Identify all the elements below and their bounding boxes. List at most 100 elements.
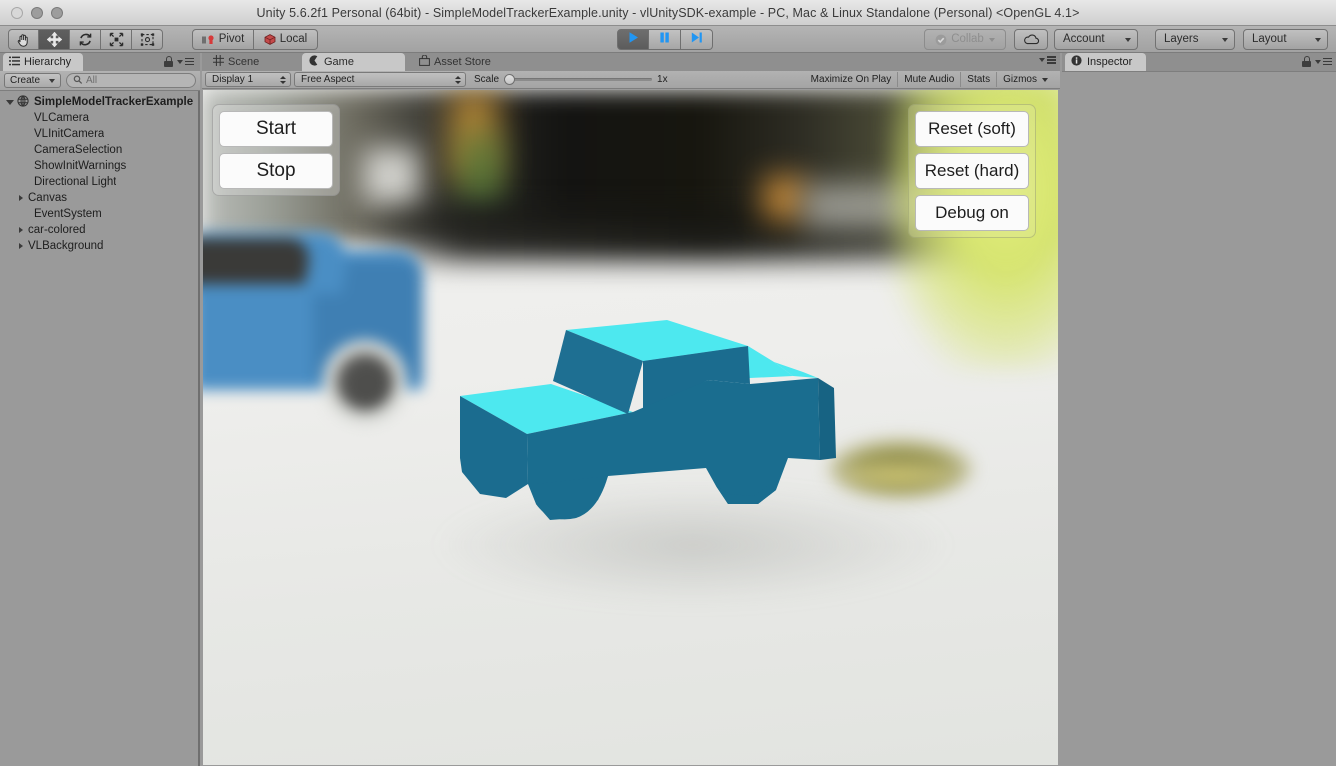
game-tab-strip: Scene Game Asset Store <box>202 53 1060 71</box>
hierarchy-item-label: Directional Light <box>34 176 117 188</box>
hierarchy-item-vlbackground[interactable]: VLBackground <box>0 238 200 254</box>
slider-knob[interactable] <box>504 74 516 85</box>
hierarchy-item-simplemodeltrackerexample[interactable]: SimpleModelTrackerExample <box>0 94 200 110</box>
hierarchy-item-label: VLInitCamera <box>34 128 105 140</box>
inspector-panel: Inspector <box>1062 53 1336 766</box>
scale-value: 1x <box>657 74 668 85</box>
camera-feed-blob <box>763 176 805 220</box>
pivot-toggle-button[interactable]: Pivot <box>192 29 254 50</box>
hierarchy-item-label: VLBackground <box>28 240 104 252</box>
camera-feed-blob <box>461 134 501 204</box>
tab-scene[interactable]: Scene <box>206 53 267 71</box>
scale-label: Scale <box>474 74 500 85</box>
search-icon <box>73 74 83 87</box>
disclosure-triangle-icon[interactable] <box>16 227 26 233</box>
display-dropdown[interactable]: Display 1 <box>205 72 291 87</box>
grid-icon <box>213 55 224 69</box>
mute-audio-toggle[interactable]: Mute Audio <box>897 72 960 87</box>
step-button[interactable] <box>681 29 713 50</box>
gizmos-label: Gizmos <box>1003 74 1037 85</box>
scene-icon <box>17 94 29 110</box>
disclosure-triangle-icon[interactable] <box>5 99 15 105</box>
tab-hierarchy[interactable]: Hierarchy <box>3 53 84 71</box>
hand-tool-button[interactable] <box>8 29 39 50</box>
layers-button[interactable]: Layers <box>1155 29 1235 50</box>
local-label: Local <box>279 32 308 45</box>
cloud-services-button[interactable] <box>1014 29 1048 50</box>
pivot-label: Pivot <box>218 32 245 45</box>
disclosure-triangle-icon[interactable] <box>16 195 26 201</box>
tab-inspector[interactable]: Inspector <box>1065 53 1147 71</box>
tab-scene-label: Scene <box>228 56 260 68</box>
reset-hard-button[interactable]: Reset (hard) <box>915 153 1029 189</box>
pause-button[interactable] <box>649 29 681 50</box>
hierarchy-item-showinitwarnings[interactable]: ShowInitWarnings <box>0 158 200 174</box>
hierarchy-item-directional-light[interactable]: Directional Light <box>0 174 200 190</box>
stop-button[interactable]: Stop <box>219 153 333 189</box>
lock-icon[interactable] <box>164 56 173 67</box>
hierarchy-icon <box>9 56 20 69</box>
slider-track <box>504 78 653 81</box>
chevron-down-icon <box>49 78 56 83</box>
game-view-render[interactable]: Start Stop Reset (soft) Reset (hard) Deb… <box>203 90 1058 765</box>
lock-icon[interactable] <box>1302 56 1311 67</box>
layout-button[interactable]: Layout <box>1243 29 1328 50</box>
tab-asset-store[interactable]: Asset Store <box>412 53 499 71</box>
tab-game[interactable]: Game <box>302 53 405 71</box>
unity-editor-window: Unity 5.6.2f1 Personal (64bit) - SimpleM… <box>0 0 1336 766</box>
layout-group: Layout <box>1243 29 1328 50</box>
disclosure-triangle-icon[interactable] <box>16 243 26 249</box>
hierarchy-item-vlcamera[interactable]: VLCamera <box>0 110 200 126</box>
rotate-icon <box>78 32 93 47</box>
collab-group: Collab <box>924 29 1006 50</box>
updown-arrows-icon <box>280 75 286 84</box>
hierarchy-search-input[interactable]: All <box>66 73 196 88</box>
rect-transform-tool-button[interactable] <box>132 29 163 50</box>
hierarchy-item-car-colored[interactable]: car-colored <box>0 222 200 238</box>
maximize-on-play-toggle[interactable]: Maximize On Play <box>805 72 898 87</box>
play-icon <box>627 31 640 49</box>
hierarchy-item-eventsystem[interactable]: EventSystem <box>0 206 200 222</box>
start-button[interactable]: Start <box>219 111 333 147</box>
transform-tools-group <box>8 29 163 50</box>
stats-label: Stats <box>967 74 991 85</box>
panel-menu-icon[interactable] <box>177 57 194 66</box>
debug-on-button[interactable]: Debug on <box>915 195 1029 231</box>
stats-toggle[interactable]: Stats <box>960 72 996 87</box>
updown-arrows-icon <box>455 75 461 84</box>
main-toolbar: Pivot Local Collab Account Layers Layout <box>0 26 1336 53</box>
tab-game-label: Game <box>324 56 354 68</box>
hierarchy-item-cameraselection[interactable]: CameraSelection <box>0 142 200 158</box>
tab-asset-store-label: Asset Store <box>434 56 491 68</box>
local-toggle-button[interactable]: Local <box>254 29 318 50</box>
game-ui-left-panel: Start Stop <box>212 104 340 196</box>
hierarchy-panel: Hierarchy Create All SimpleModelTrackerE… <box>0 53 200 766</box>
reset-soft-button[interactable]: Reset (soft) <box>915 111 1029 147</box>
create-button[interactable]: Create <box>4 73 62 88</box>
local-icon <box>264 34 276 45</box>
rotate-tool-button[interactable] <box>70 29 101 50</box>
play-button[interactable] <box>617 29 649 50</box>
scale-slider[interactable] <box>504 74 653 86</box>
account-label: Account <box>1063 32 1105 45</box>
hand-icon <box>16 33 31 47</box>
gizmos-dropdown[interactable]: Gizmos <box>996 72 1054 87</box>
scale-tool-button[interactable] <box>101 29 132 50</box>
hierarchy-item-vlinitcamera[interactable]: VLInitCamera <box>0 126 200 142</box>
game-panel: Scene Game Asset Store Display 1 Free As… <box>202 53 1060 766</box>
move-tool-button[interactable] <box>39 29 70 50</box>
scale-control: Scale 1x <box>474 74 668 86</box>
aspect-ratio-dropdown[interactable]: Free Aspect <box>294 72 466 87</box>
collab-button[interactable]: Collab <box>924 29 1006 50</box>
panel-menu-icon[interactable] <box>1315 57 1332 66</box>
account-button[interactable]: Account <box>1054 29 1138 50</box>
cloud-group <box>1014 29 1048 50</box>
playback-controls <box>617 29 713 50</box>
panel-menu-icon[interactable] <box>1039 56 1056 64</box>
mute-audio-label: Mute Audio <box>904 74 955 85</box>
tracked-3d-truck-model <box>458 308 838 558</box>
hierarchy-item-canvas[interactable]: Canvas <box>0 190 200 206</box>
hierarchy-item-label: EventSystem <box>34 208 102 220</box>
pivot-icon <box>201 34 215 45</box>
account-group: Account <box>1054 29 1138 50</box>
